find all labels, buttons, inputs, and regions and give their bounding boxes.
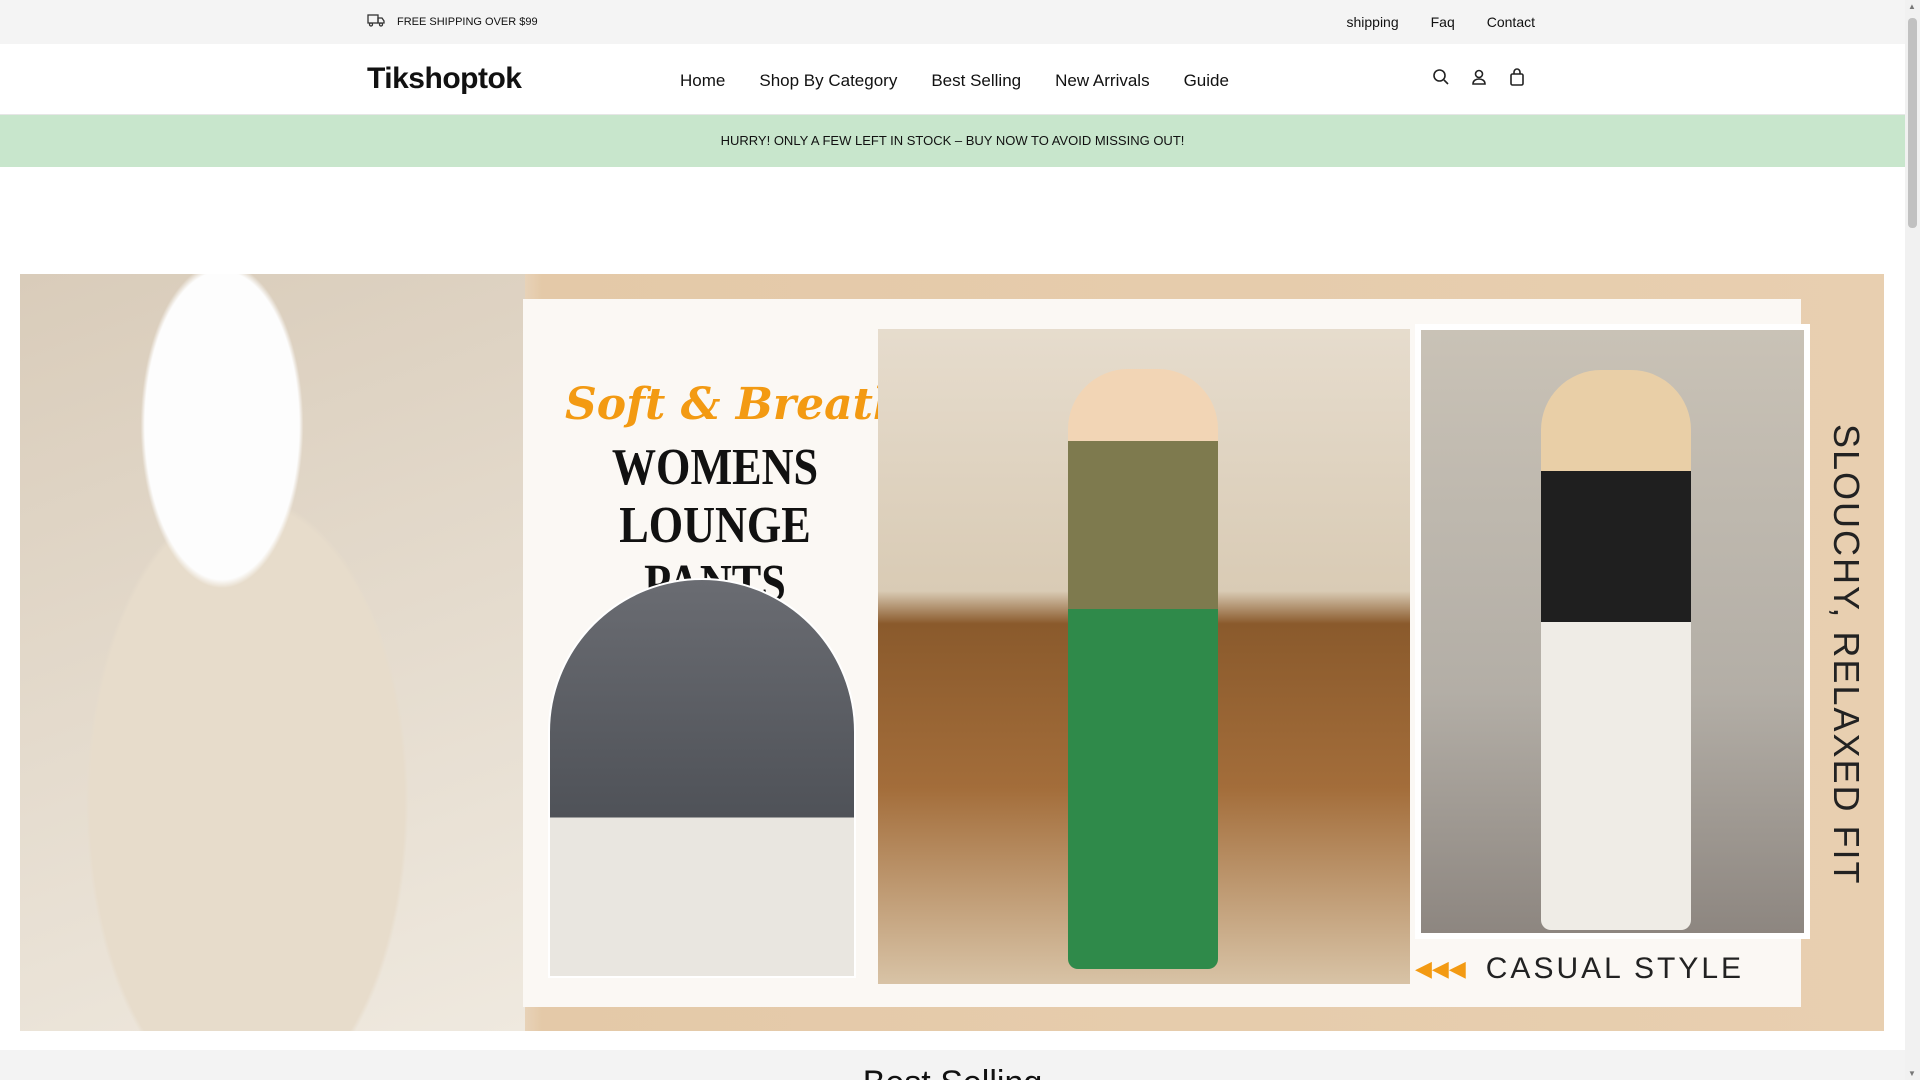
nav-home[interactable]: Home xyxy=(680,71,725,91)
arch-photo xyxy=(548,578,856,978)
shipping-text: FREE SHIPPING OVER $99 xyxy=(397,15,538,28)
center-photo xyxy=(878,329,1410,984)
page: FREE SHIPPING OVER $99 shipping Faq Cont… xyxy=(0,0,1905,1080)
nav-new-arrivals[interactable]: New Arrivals xyxy=(1055,71,1149,91)
scroll-down-icon[interactable]: ▼ xyxy=(1908,1069,1916,1078)
search-icon[interactable] xyxy=(1432,68,1450,91)
shipping-notice: FREE SHIPPING OVER $99 xyxy=(367,13,538,30)
truck-icon xyxy=(367,13,385,30)
nav-best-selling[interactable]: Best Selling xyxy=(931,71,1021,91)
scrollbar-thumb[interactable] xyxy=(1908,18,1917,228)
site-header: Tikshoptok Home Shop By Category Best Se… xyxy=(0,44,1905,115)
nav-shop-by-category[interactable]: Shop By Category xyxy=(759,71,897,91)
link-faq[interactable]: Faq xyxy=(1431,14,1455,30)
link-shipping[interactable]: shipping xyxy=(1346,14,1398,30)
style-label: CASUAL STYLE xyxy=(1485,952,1745,985)
top-bar: FREE SHIPPING OVER $99 shipping Faq Cont… xyxy=(0,0,1905,44)
scroll-up-icon[interactable]: ▲ xyxy=(1908,2,1916,11)
cart-icon[interactable] xyxy=(1508,68,1526,91)
main-nav: Home Shop By Category Best Selling New A… xyxy=(680,71,1229,91)
casual-style-label: ◀◀◀ CASUAL STYLE xyxy=(1415,952,1744,986)
link-contact[interactable]: Contact xyxy=(1487,14,1535,30)
promo-bar: HURRY! ONLY A FEW LEFT IN STOCK – BUY NO… xyxy=(0,115,1905,167)
right-photo xyxy=(1415,324,1810,939)
arrows-icon: ◀◀◀ xyxy=(1415,956,1466,981)
model-figure xyxy=(1068,369,1218,969)
hero-photo-left xyxy=(20,274,525,1031)
section-title: Best Selling xyxy=(0,1064,1905,1080)
account-icon[interactable] xyxy=(1470,68,1488,91)
vertical-text: SLOUCHY, RELAXED FIT xyxy=(1826,424,1867,886)
logo[interactable]: Tikshoptok xyxy=(367,62,522,96)
best-selling-section: Best Selling xyxy=(0,1050,1905,1080)
hero-banner[interactable]: Soft & Breathable WOMENSLOUNGE PANTS ◀◀◀… xyxy=(20,274,1884,1031)
title-line-1: WOMENS xyxy=(611,439,819,496)
model-figure xyxy=(1541,370,1691,930)
scrollbar[interactable]: ▲ ▼ xyxy=(1905,0,1920,1080)
nav-guide[interactable]: Guide xyxy=(1184,71,1229,91)
